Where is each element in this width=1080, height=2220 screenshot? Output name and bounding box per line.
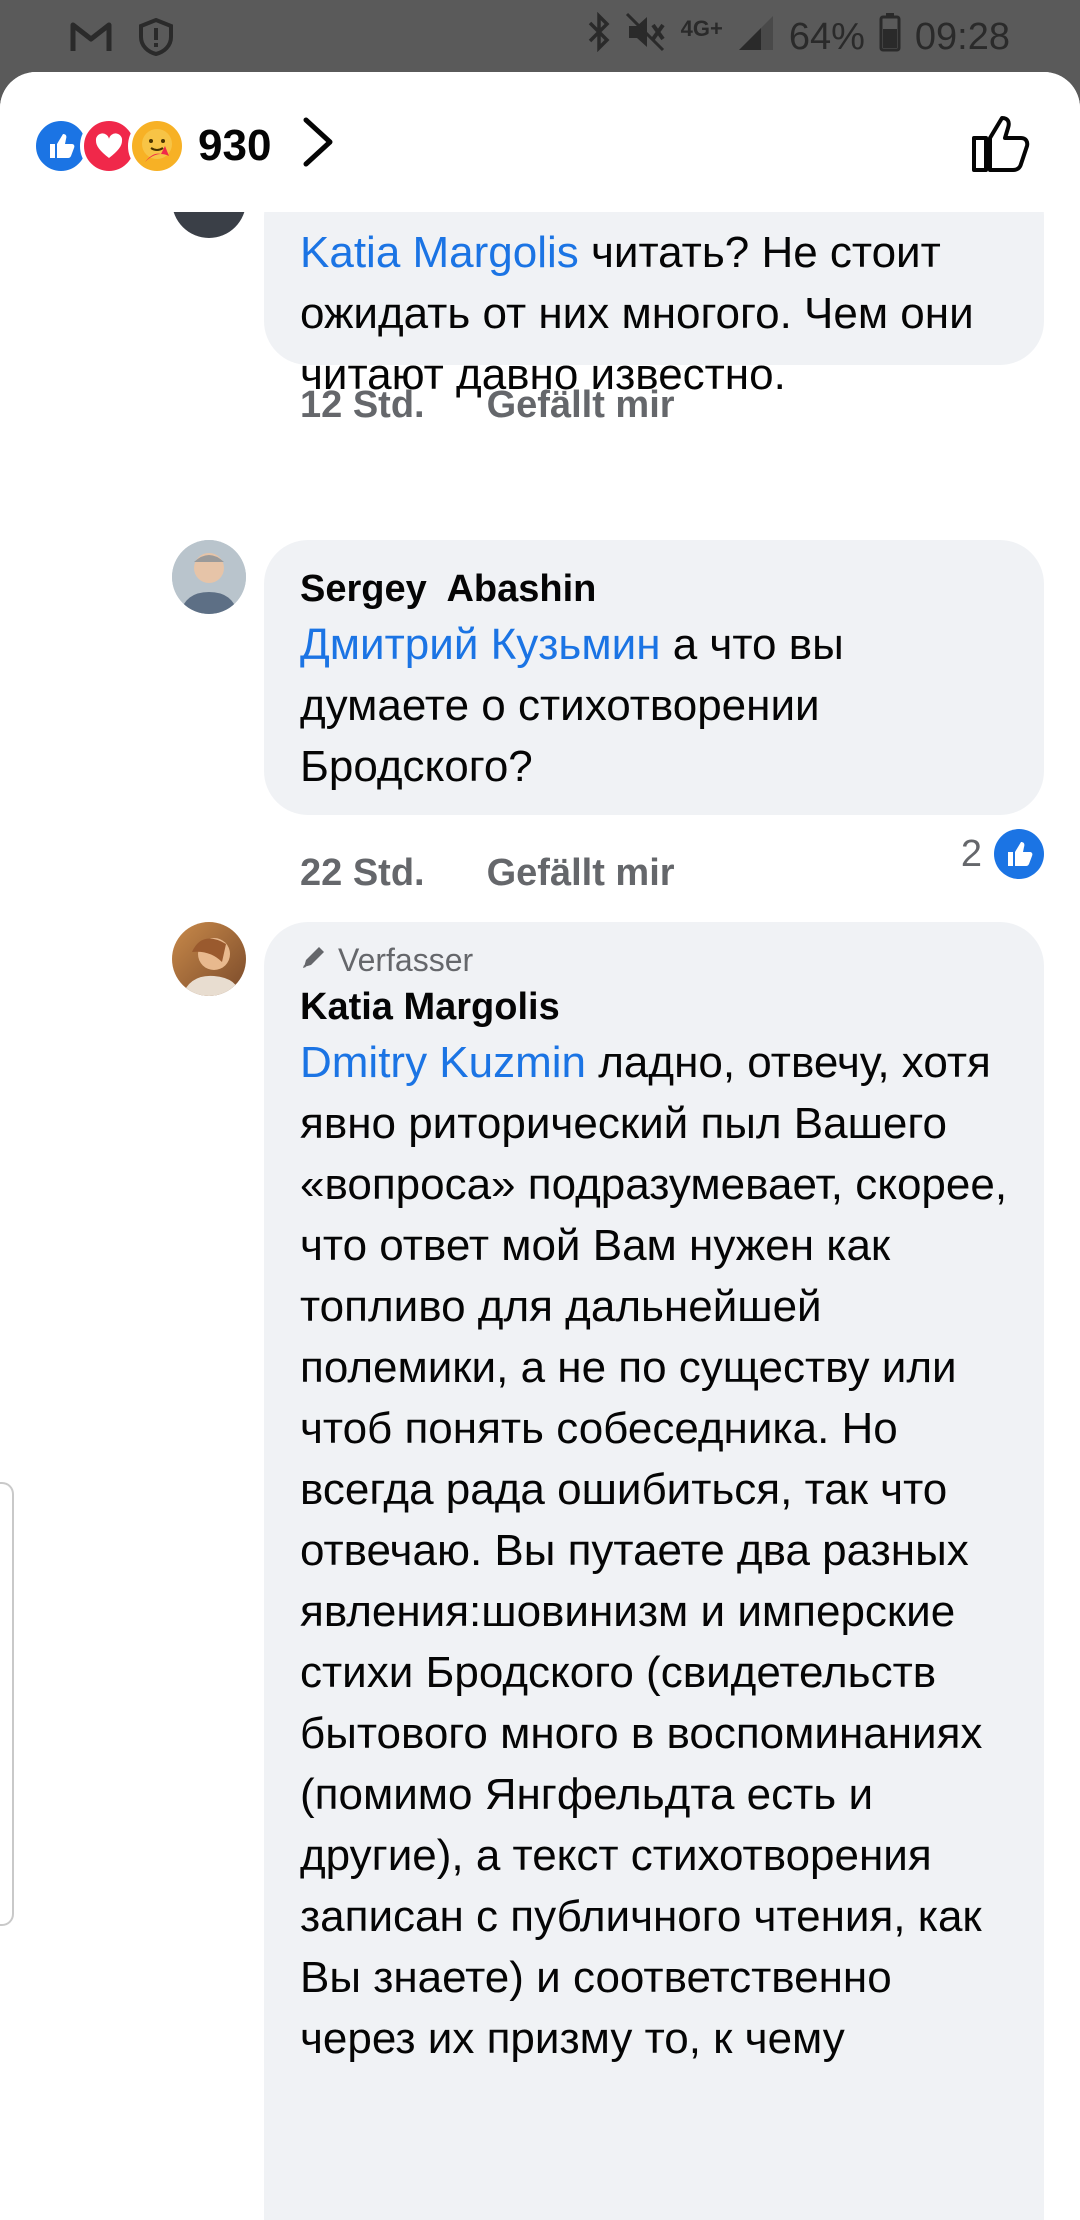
comment-text: Katia Margolis читать? Не стоит ожидать …	[300, 222, 1008, 405]
mention-link[interactable]: Dmitry Kuzmin	[300, 1038, 586, 1087]
gmail-icon	[70, 21, 112, 58]
mention-link[interactable]: Katia Margolis	[300, 228, 579, 277]
like-outline-icon[interactable]	[970, 112, 1032, 179]
clock: 09:28	[914, 15, 1010, 58]
battery-percent: 64%	[788, 15, 865, 58]
comments-sheet: 930 Katia Margolis читать? Не стоит ожид…	[0, 72, 1080, 2220]
battery-icon	[879, 12, 901, 62]
chevron-right-icon[interactable]	[300, 116, 336, 173]
comment-author[interactable]: Katia Margolis	[300, 982, 1008, 1032]
signal-icon	[737, 12, 775, 62]
comment-actions: 12 Std. Gefällt mir	[300, 384, 675, 427]
comment-bubble[interactable]: Sergey Abashin Дмитрий Кузьмин а что вы …	[264, 540, 1044, 815]
comment-actions: 22 Std. Gefällt mir	[300, 852, 675, 895]
comment-body: ладно, отвечу, хотя явно риторический пы…	[300, 1038, 1008, 2063]
author-badge-label: Verfasser	[338, 942, 474, 978]
comment-text: Дмитрий Кузьмин а что вы думаете о стихо…	[300, 614, 1008, 797]
care-reaction-icon	[128, 117, 186, 175]
comment-like-count[interactable]: 2	[961, 829, 1044, 879]
avatar[interactable]	[172, 922, 246, 996]
avatar[interactable]	[172, 540, 246, 614]
pencil-icon	[300, 938, 328, 982]
like-badge-icon	[994, 829, 1044, 879]
status-bar: 4G+ 64% 09:28	[0, 0, 1080, 72]
author-badge: Verfasser	[300, 938, 1008, 982]
bluetooth-icon	[587, 11, 611, 62]
scroll-indicator[interactable]	[0, 1482, 14, 1926]
alert-icon	[138, 17, 174, 61]
reaction-summary[interactable]: 930	[32, 117, 271, 175]
comment-text: Dmitry Kuzmin ладно, отвечу, хотя явно р…	[300, 1032, 1008, 2069]
like-button[interactable]: Gefällt mir	[487, 852, 675, 895]
comment-author[interactable]: Sergey Abashin	[300, 564, 1008, 614]
reaction-count: 930	[198, 121, 272, 170]
like-button[interactable]: Gefällt mir	[487, 384, 675, 427]
comment-bubble[interactable]: Verfasser Katia Margolis Dmitry Kuzmin л…	[264, 922, 1044, 2220]
mention-link[interactable]: Дмитрий Кузьмин	[300, 620, 661, 669]
comment-time[interactable]: 12 Std.	[300, 384, 425, 427]
mute-icon	[625, 12, 667, 62]
network-type: 4G+	[680, 16, 723, 41]
like-count-value: 2	[960, 832, 982, 875]
comment-time[interactable]: 22 Std.	[300, 852, 425, 895]
sheet-header: 930	[0, 72, 1080, 212]
